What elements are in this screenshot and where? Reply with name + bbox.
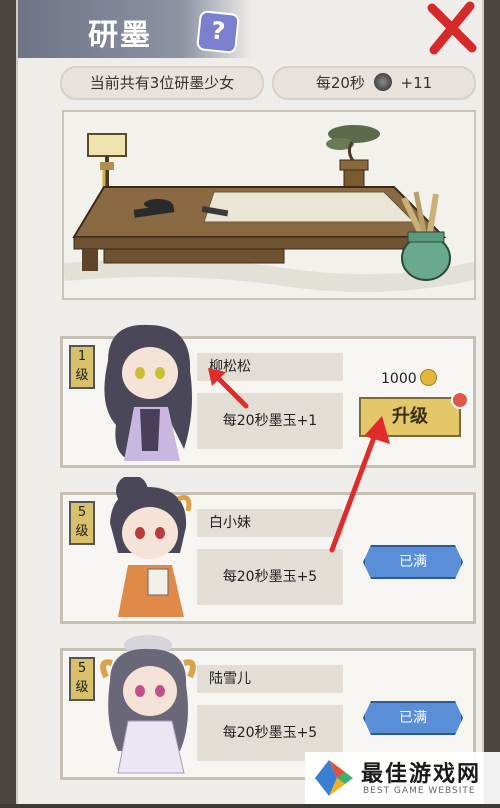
character-card: 5 级 白小妹 每20秒墨玉+5 已满 [60,477,476,624]
character-name: 柳松松 [197,353,343,381]
close-button[interactable] [422,0,482,60]
help-button[interactable]: ? [196,10,240,54]
upgrade-cost: 1000 [381,369,437,387]
upgrade-cost-value: 1000 [381,371,417,387]
study-room-scene [62,110,476,300]
study-room-illustration [64,112,474,298]
ink-rate-value: +11 [400,74,433,92]
maiden-count-badge: 当前共有3位研墨少女 [60,66,264,100]
coin-icon [419,369,437,386]
title-bar: 研墨 ? [18,0,253,58]
character-portrait [110,477,192,617]
character-card: 1 级 柳松松 每20秒墨玉+1 1000 升级 [60,324,476,468]
character-portrait [104,324,192,461]
ink-grinding-panel: 研墨 ? 当前共有3位研墨少女 每20秒 +11 1 级 柳松松 每20秒墨玉+… [16,0,484,804]
notification-dot [451,391,469,409]
ink-rate-prefix: 每20秒 [315,74,365,92]
watermark-subtitle: BEST GAME WEBSITE [363,786,476,796]
character-name: 白小妹 [197,509,343,537]
page-title: 研墨 [88,18,152,53]
character-effect: 每20秒墨玉+5 [197,549,343,605]
maxed-button[interactable]: 已满 [363,701,463,735]
watermark-logo: 最佳游戏网 BEST GAME WEBSITE [305,752,500,804]
character-effect: 每20秒墨玉+1 [197,393,343,449]
watermark-name: 最佳游戏网 [361,762,482,787]
maxed-button[interactable]: 已满 [363,545,463,579]
character-name: 陆雪儿 [197,665,343,693]
upgrade-button[interactable]: 升级 [359,397,461,437]
ink-rate-badge: 每20秒 +11 [272,66,476,100]
ink-jade-icon [373,73,392,91]
maiden-count-text: 当前共有3位研墨少女 [89,74,235,92]
character-portrait [100,635,196,774]
